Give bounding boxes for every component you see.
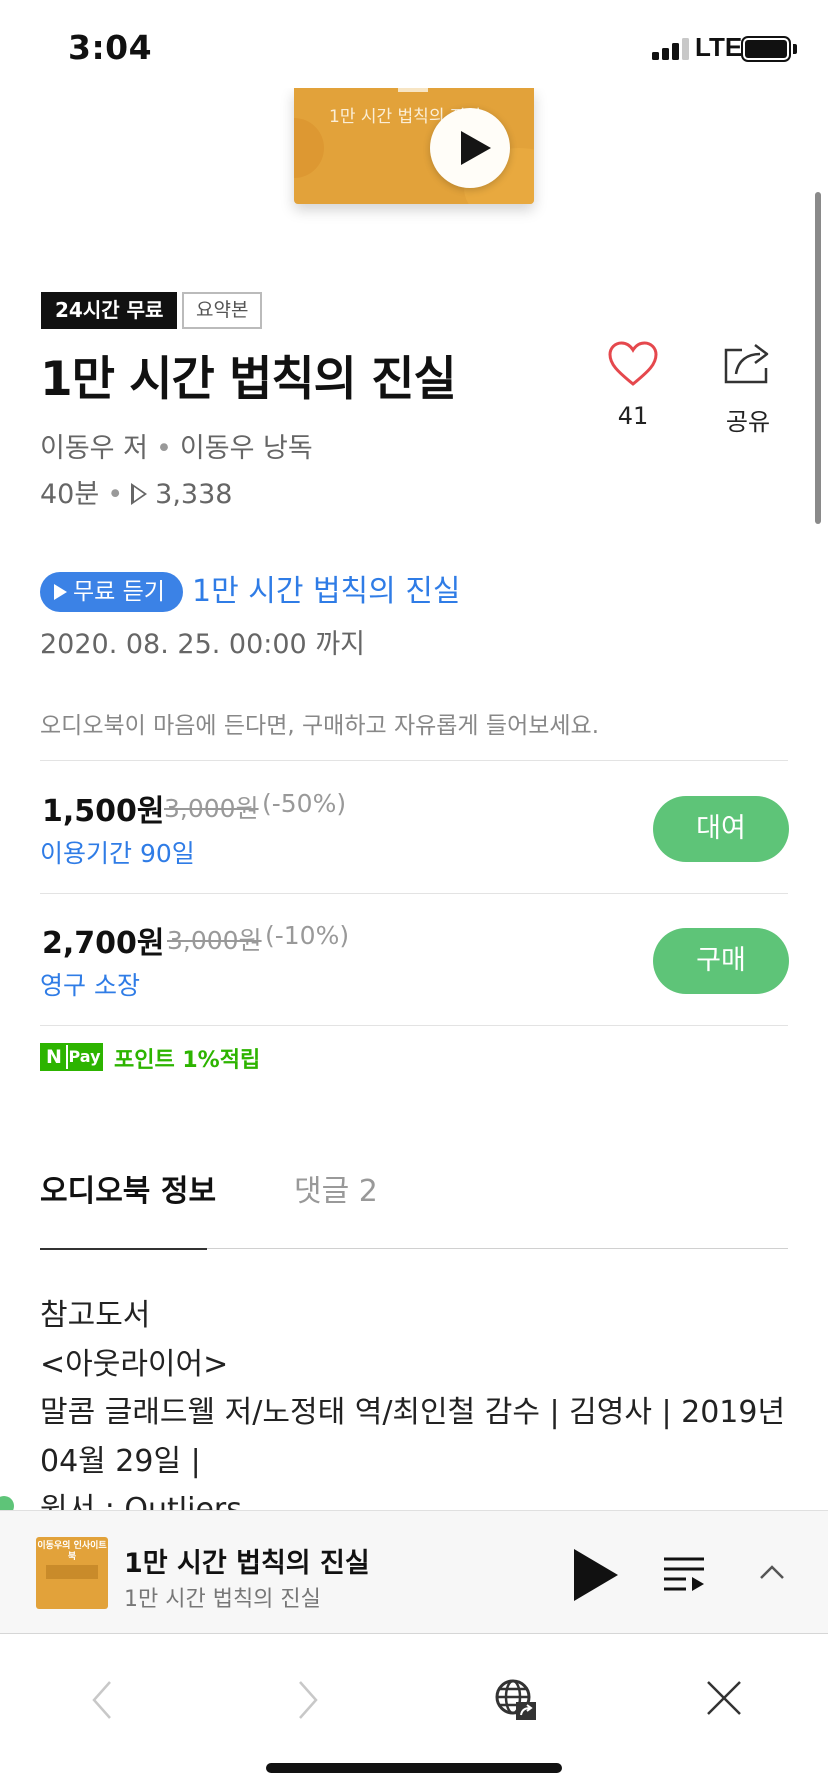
tab-active-indicator [40, 1248, 207, 1250]
status-bar: 3:04 LTE [0, 0, 828, 88]
battery-icon [741, 36, 791, 62]
mini-thumb-label: 이동우의 인사이트북 [37, 1541, 107, 1562]
free-listen-button[interactable]: 무료 듣기 [40, 572, 183, 612]
free-until-date: 2020. 08. 25. 00:00 까지 [40, 629, 365, 660]
free-listen-title[interactable]: 1만 시간 법칙의 진실 [192, 572, 461, 612]
mini-player[interactable]: 이동우의 인사이트북 1만 시간 법칙의 진실 1만 시간 법칙의 진실 [0, 1510, 828, 1634]
heart-icon [608, 341, 658, 386]
play-count: 3,338 [155, 479, 233, 510]
divider [40, 893, 788, 894]
npay-logo: N Pay [40, 1043, 103, 1071]
book-title: 1만 시간 법칙의 진실 [40, 352, 457, 407]
globe-icon[interactable] [494, 1678, 538, 1722]
free-listen-label: 무료 듣기 [73, 579, 165, 605]
rent-button[interactable]: 대여 [653, 796, 789, 862]
home-indicator[interactable] [266, 1763, 562, 1773]
separator-dot: • [155, 433, 172, 464]
play-count-icon [131, 483, 148, 505]
status-time: 3:04 [68, 28, 153, 67]
free-24h-badge: 24시간 무료 [41, 292, 178, 329]
divider [40, 760, 788, 761]
author[interactable]: 이동우 저 [40, 433, 148, 464]
rental-price: 1,500원 [42, 794, 165, 829]
battery-tip [793, 44, 797, 54]
scrollbar[interactable] [815, 192, 821, 524]
play-icon[interactable] [574, 1549, 618, 1601]
buy-original-price: 3,000원 [167, 926, 262, 955]
play-icon [54, 584, 67, 600]
chevron-right-icon[interactable] [292, 1678, 322, 1722]
cover-play-icon[interactable] [430, 108, 510, 188]
divider [40, 1025, 788, 1026]
tab-audiobook-info[interactable]: 오디오북 정보 [40, 1166, 216, 1210]
buy-price: 2,700원 [42, 926, 165, 961]
buy-period: 영구 소장 [40, 971, 140, 1000]
like-count: 41 [617, 402, 649, 430]
close-icon[interactable] [704, 1678, 744, 1718]
separator-dot: • [107, 479, 124, 510]
book-cover[interactable]: 1만 시간 법칙의 진실 [294, 88, 534, 204]
like-button[interactable]: 41 [600, 340, 666, 430]
audiobook-info: 참고도서 <아웃라이어> 말콤 글래드웰 저/노정태 역/최인철 감수 | 김영… [40, 1292, 790, 1535]
tab-comments[interactable]: 댓글 2 [294, 1166, 378, 1210]
cover-tab [398, 88, 428, 92]
cover-decoration [294, 118, 324, 178]
narrator[interactable]: 이동우 낭독 [180, 433, 313, 464]
chevron-up-icon[interactable] [758, 1559, 786, 1587]
mini-player-subtitle: 1만 시간 법칙의 진실 [124, 1587, 321, 1612]
stats-line: 40분 • 3,338 [40, 472, 232, 511]
info-line: <아웃라이어> [40, 1346, 229, 1382]
info-line: 말콤 글래드웰 저/노정태 역/최인철 감수 | 김영사 | 2019년 04월… [40, 1395, 786, 1479]
thumb-decoration [46, 1565, 98, 1579]
purchase-note: 오디오북이 마음에 든다면, 구매하고 자유롭게 들어보세요. [40, 713, 600, 739]
buy-button[interactable]: 구매 [653, 928, 789, 994]
share-icon [724, 344, 769, 384]
share-label: 공유 [725, 408, 771, 436]
info-line: 참고도서 [40, 1298, 151, 1333]
chevron-left-icon[interactable] [88, 1678, 118, 1722]
summary-badge: 요약본 [182, 292, 263, 329]
rental-period: 이용기간 90일 [40, 839, 195, 868]
author-line: 이동우 저 • 이동우 낭독 [40, 426, 313, 465]
playlist-icon[interactable] [662, 1551, 706, 1595]
signal-icon [652, 38, 690, 60]
rental-discount: (-50%) [262, 789, 347, 818]
duration: 40분 [40, 479, 100, 510]
mini-player-title[interactable]: 1만 시간 법칙의 진실 [124, 1541, 370, 1580]
network-label: LTE [695, 32, 743, 62]
share-button[interactable]: 공유 [715, 340, 781, 436]
rental-original-price: 3,000원 [164, 794, 259, 823]
buy-discount: (-10%) [265, 921, 350, 950]
mini-player-thumbnail[interactable]: 이동우의 인사이트북 [36, 1537, 108, 1609]
npay-point-text: 포인트 1%적립 [114, 1048, 261, 1073]
